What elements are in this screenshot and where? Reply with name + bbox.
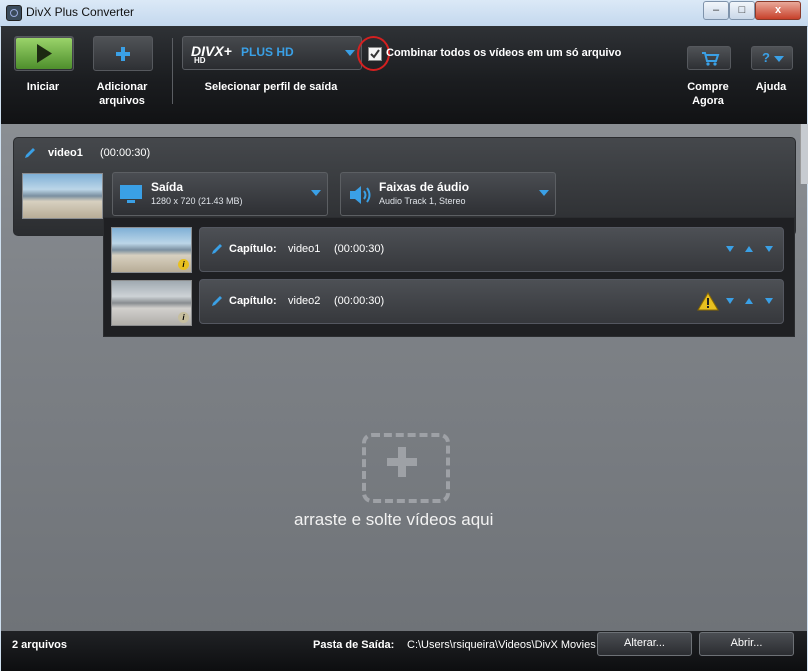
profile-name: PLUS HD <box>241 45 294 59</box>
close-button[interactable]: x <box>755 1 801 20</box>
chapter-name: video2 <box>288 295 321 307</box>
help-icon: ? <box>762 50 770 65</box>
pencil-icon[interactable] <box>209 241 225 257</box>
add-files-label: Adicionar arquivos <box>96 81 148 107</box>
move-down-icon[interactable] <box>765 246 773 252</box>
move-bottom-icon[interactable] <box>726 298 734 304</box>
play-icon <box>16 38 72 69</box>
profile-caption: Selecionar perfil de saída <box>204 81 338 93</box>
file-name: video1 <box>48 147 83 159</box>
help-label: Ajuda <box>755 81 787 93</box>
chevron-down-icon <box>311 190 321 196</box>
drop-zone[interactable] <box>362 433 450 503</box>
output-profile-dropdown[interactable]: DIVX+ HD PLUS HD <box>182 36 362 70</box>
chevron-down-icon <box>345 50 355 56</box>
video-thumbnail <box>22 173 103 219</box>
window-title: DivX Plus Converter <box>26 5 135 19</box>
warning-icon[interactable] <box>697 292 719 311</box>
chapter-prefix: Capítulo: <box>229 243 277 255</box>
minimize-button[interactable]: – <box>703 1 729 20</box>
app-icon <box>6 5 22 21</box>
scrollbar[interactable] <box>800 124 808 184</box>
audio-title: Faixas de áudio <box>379 180 470 194</box>
chapter-duration: (00:00:30) <box>334 243 385 255</box>
pencil-icon[interactable] <box>209 293 225 309</box>
file-duration: (00:00:30) <box>100 147 151 159</box>
chapter-prefix: Capítulo: <box>229 295 277 307</box>
buy-button[interactable] <box>687 46 731 70</box>
change-folder-button[interactable]: Alterar... <box>597 632 692 656</box>
chapter-row[interactable]: Capítulo: video1 (00:00:30) <box>199 227 784 272</box>
chapter-duration: (00:00:30) <box>334 295 385 307</box>
add-plus-icon-vertical <box>398 447 406 477</box>
cart-icon <box>702 52 720 66</box>
combine-label[interactable]: Combinar todos os vídeos em um só arquiv… <box>386 47 621 59</box>
drop-zone-text: arraste e solte vídeos aqui <box>294 510 494 529</box>
chapter-thumbnail: i <box>111 280 192 326</box>
chapter-name: video1 <box>288 243 321 255</box>
chevron-down-icon <box>774 56 784 62</box>
chapter-thumbnail: i <box>111 227 192 273</box>
buy-label: Compre Agora <box>687 81 729 107</box>
move-bottom-icon[interactable] <box>726 246 734 252</box>
info-icon[interactable]: i <box>178 312 189 323</box>
output-folder-path: C:\Users\rsiqueira\Videos\DivX Movies <box>407 639 596 651</box>
output-dropdown[interactable]: Saída 1280 x 720 (21.43 MB) <box>112 172 328 216</box>
add-plus-icon <box>116 47 130 61</box>
info-icon[interactable]: i <box>178 259 189 270</box>
audio-tracks-dropdown[interactable]: Faixas de áudio Audio Track 1, Stereo <box>340 172 556 216</box>
move-down-icon[interactable] <box>765 298 773 304</box>
help-button[interactable]: ? <box>751 46 793 70</box>
move-up-icon[interactable] <box>745 246 753 252</box>
pencil-icon[interactable] <box>22 145 38 161</box>
file-count: 2 arquivos <box>12 639 68 651</box>
open-folder-button[interactable]: Abrir... <box>699 632 794 656</box>
output-detail: 1280 x 720 (21.43 MB) <box>151 196 243 206</box>
chapter-row[interactable]: Capítulo: video2 (00:00:30) <box>199 279 784 324</box>
move-up-icon[interactable] <box>745 298 753 304</box>
divx-logo-sub: HD <box>194 56 206 65</box>
toolbar-separator <box>172 38 173 104</box>
audio-detail: Audio Track 1, Stereo <box>379 196 466 206</box>
maximize-button[interactable]: □ <box>729 1 755 20</box>
monitor-icon <box>120 185 142 203</box>
start-button[interactable] <box>14 36 74 71</box>
start-label: Iniciar <box>26 81 60 93</box>
add-files-button[interactable] <box>93 36 153 71</box>
output-folder-label: Pasta de Saída: <box>313 639 395 651</box>
chevron-down-icon <box>539 190 549 196</box>
output-title: Saída <box>151 180 184 194</box>
speaker-icon <box>350 186 371 204</box>
